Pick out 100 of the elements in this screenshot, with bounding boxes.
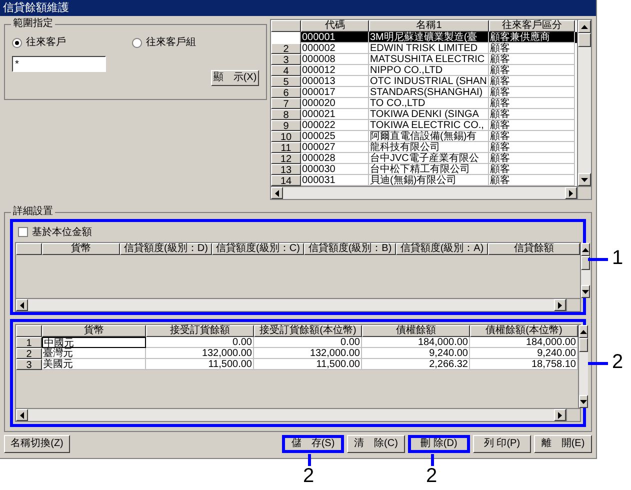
table-cell: MATSUSHITA ELECTRIC — [369, 54, 489, 65]
table-row[interactable]: 11 000027 龍科技有限公司 顧客 — [271, 142, 577, 153]
table-cell: OTC INDUSTRIAL (SHAN — [369, 76, 489, 87]
row-header: 3 — [16, 359, 42, 370]
table-row[interactable]: 7 000020 TO CO.,LTD 顧客 — [271, 98, 577, 109]
down-arrow-icon — [580, 400, 587, 404]
group-title: 範圍指定 — [11, 18, 55, 30]
table-cell: 000002 — [301, 43, 369, 54]
right-arrow-icon — [569, 190, 573, 196]
local-amount-checkbox[interactable]: 基於本位金額 — [15, 224, 581, 240]
radio-option[interactable]: 往來客戶組 — [132, 35, 222, 50]
table-cell: 3M明尼蘇達礦業製造(臺 — [369, 32, 489, 43]
table-cell: 顧客 — [489, 76, 575, 87]
table-cell: 9,240.00 — [470, 348, 578, 359]
table-cell: 000027 — [301, 142, 369, 153]
column-header[interactable]: 信貸額度(級別：D) — [120, 243, 212, 255]
table-cell: 顧客 — [489, 164, 575, 175]
table-row[interactable]: 6 000017 STANDARS(SHANGHAI) 顧客 — [271, 87, 577, 98]
row-header: 6 — [271, 87, 301, 98]
show-button[interactable]: 顯 示(X) — [211, 70, 259, 86]
table-row[interactable]: 9 000022 TOKIWA ELECTRIC CO., 顧客 — [271, 120, 577, 131]
table-cell: 000030 — [301, 164, 369, 175]
table-cell: 000022 — [301, 120, 369, 131]
horizontal-scrollbar[interactable] — [271, 186, 591, 199]
action-button[interactable]: 列 印(P) — [473, 435, 531, 453]
action-button[interactable]: 儲 存(S) — [282, 435, 344, 453]
table-cell: 9,240.00 — [362, 348, 470, 359]
table-row[interactable]: 4 000012 NIPPO CO.,LTD 顧客 — [271, 65, 577, 76]
column-header[interactable]: 信貸額度(級別：C) — [212, 243, 304, 255]
table-cell: EDWIN TRISK LIMITED — [369, 43, 489, 54]
table-cell: 中國元 — [42, 337, 146, 348]
table-row[interactable]: 2 000002 EDWIN TRISK LIMITED 顧客 — [271, 43, 577, 54]
callout-label: 2 — [303, 464, 314, 488]
table-cell: 顧客 — [489, 65, 575, 76]
table-cell: 顧客 — [489, 43, 575, 54]
row-header: 11 — [271, 142, 301, 153]
customer-input-field[interactable]: * — [12, 56, 106, 72]
action-button[interactable]: 清 除(C) — [347, 435, 405, 453]
vertical-scrollbar[interactable] — [577, 20, 591, 186]
table-cell: 184,000.00 — [362, 337, 470, 348]
table-row[interactable]: 8 000021 TOKIWA DENKI (SINGA 顧客 — [271, 109, 577, 120]
table-row[interactable]: 12 000028 台中JVC電子産業有限公 顧客 — [271, 153, 577, 164]
column-header[interactable]: 債權餘額 — [362, 325, 470, 337]
table-cell: 顧客 — [489, 109, 575, 120]
table-cell: 0.00 — [254, 337, 362, 348]
column-header[interactable]: 接受訂貨餘額 — [146, 325, 254, 337]
action-button[interactable]: 刪 除(D) — [408, 435, 470, 453]
table-cell: 顧客兼供應商 — [489, 32, 575, 43]
table-cell: TOKIWA DENKI (SINGA — [369, 109, 489, 120]
down-arrow-icon — [582, 290, 589, 294]
row-header: 4 — [271, 65, 301, 76]
vertical-scrollbar[interactable] — [580, 243, 590, 298]
table-cell: 顧客 — [489, 87, 575, 98]
scroll-thumb[interactable] — [578, 33, 591, 47]
table-cell: 顧客 — [489, 54, 575, 65]
row-header: 3 — [271, 54, 301, 65]
table-cell: 11,500.00 — [254, 359, 362, 370]
vertical-scrollbar[interactable] — [578, 325, 588, 408]
table-cell: 000021 — [301, 109, 369, 120]
action-button[interactable]: 離 開(E) — [534, 435, 592, 453]
horizontal-scrollbar[interactable] — [16, 408, 580, 421]
column-header[interactable]: 接受訂貨餘額(本位幣) — [254, 325, 362, 337]
table-cell: 顧客 — [489, 98, 575, 109]
callout-label: 2 — [426, 464, 438, 488]
radio-option[interactable]: 往來客戶 — [12, 35, 102, 50]
column-header[interactable]: 信貸額度(級別：B) — [304, 243, 396, 255]
table-row[interactable]: 10 000025 阿爾直電信設備(無錫)有 顧客 — [271, 131, 577, 142]
column-header[interactable]: 名稱1 — [369, 20, 489, 32]
horizontal-scrollbar[interactable] — [16, 298, 580, 311]
table-cell: 000008 — [301, 54, 369, 65]
table-cell: 顧客 — [489, 153, 575, 164]
column-header[interactable]: 貨幣 — [42, 325, 146, 337]
down-arrow-icon — [581, 178, 588, 182]
table-row[interactable]: 5 000013 OTC INDUSTRIAL (SHAN 顧客 — [271, 76, 577, 87]
up-arrow-icon — [582, 248, 589, 252]
table-row[interactable]: 13 000030 台中松下精工有限公司 顧客 — [271, 164, 577, 175]
table-cell: 阿爾直電信設備(無錫)有 — [369, 131, 489, 142]
table-cell: 11,500.00 — [146, 359, 254, 370]
row-header: 8 — [271, 109, 301, 120]
column-header[interactable]: 信貸額度(級別：A) — [396, 243, 488, 255]
table-cell: 台中JVC電子産業有限公 — [369, 153, 489, 164]
column-header[interactable]: 貨幣 — [42, 243, 120, 255]
action-button[interactable]: 名稱切換(Z) — [4, 435, 70, 453]
column-header[interactable]: 往來客戶區分 — [489, 20, 575, 32]
left-arrow-icon — [20, 302, 24, 308]
scroll-thumb[interactable] — [579, 338, 588, 352]
table-cell: 000017 — [301, 87, 369, 98]
table-cell: 台中松下精工有限公司 — [369, 164, 489, 175]
table-row[interactable]: 3 000008 MATSUSHITA ELECTRIC 顧客 — [271, 54, 577, 65]
corner-header — [16, 325, 42, 337]
row-header: 12 — [271, 153, 301, 164]
column-header[interactable]: 代碼 — [301, 20, 369, 32]
column-header[interactable]: 信貸餘額 — [488, 243, 580, 255]
table-cell: 顧客 — [489, 131, 575, 142]
column-header[interactable]: 債權餘額(本位幣) — [470, 325, 578, 337]
table-cell: 顧客 — [489, 142, 575, 153]
table-cell: 000012 — [301, 65, 369, 76]
table-row[interactable]: 000001 3M明尼蘇達礦業製造(臺 顧客兼供應商 — [271, 32, 577, 43]
callout-line — [588, 258, 608, 261]
scroll-thumb[interactable] — [581, 256, 590, 270]
